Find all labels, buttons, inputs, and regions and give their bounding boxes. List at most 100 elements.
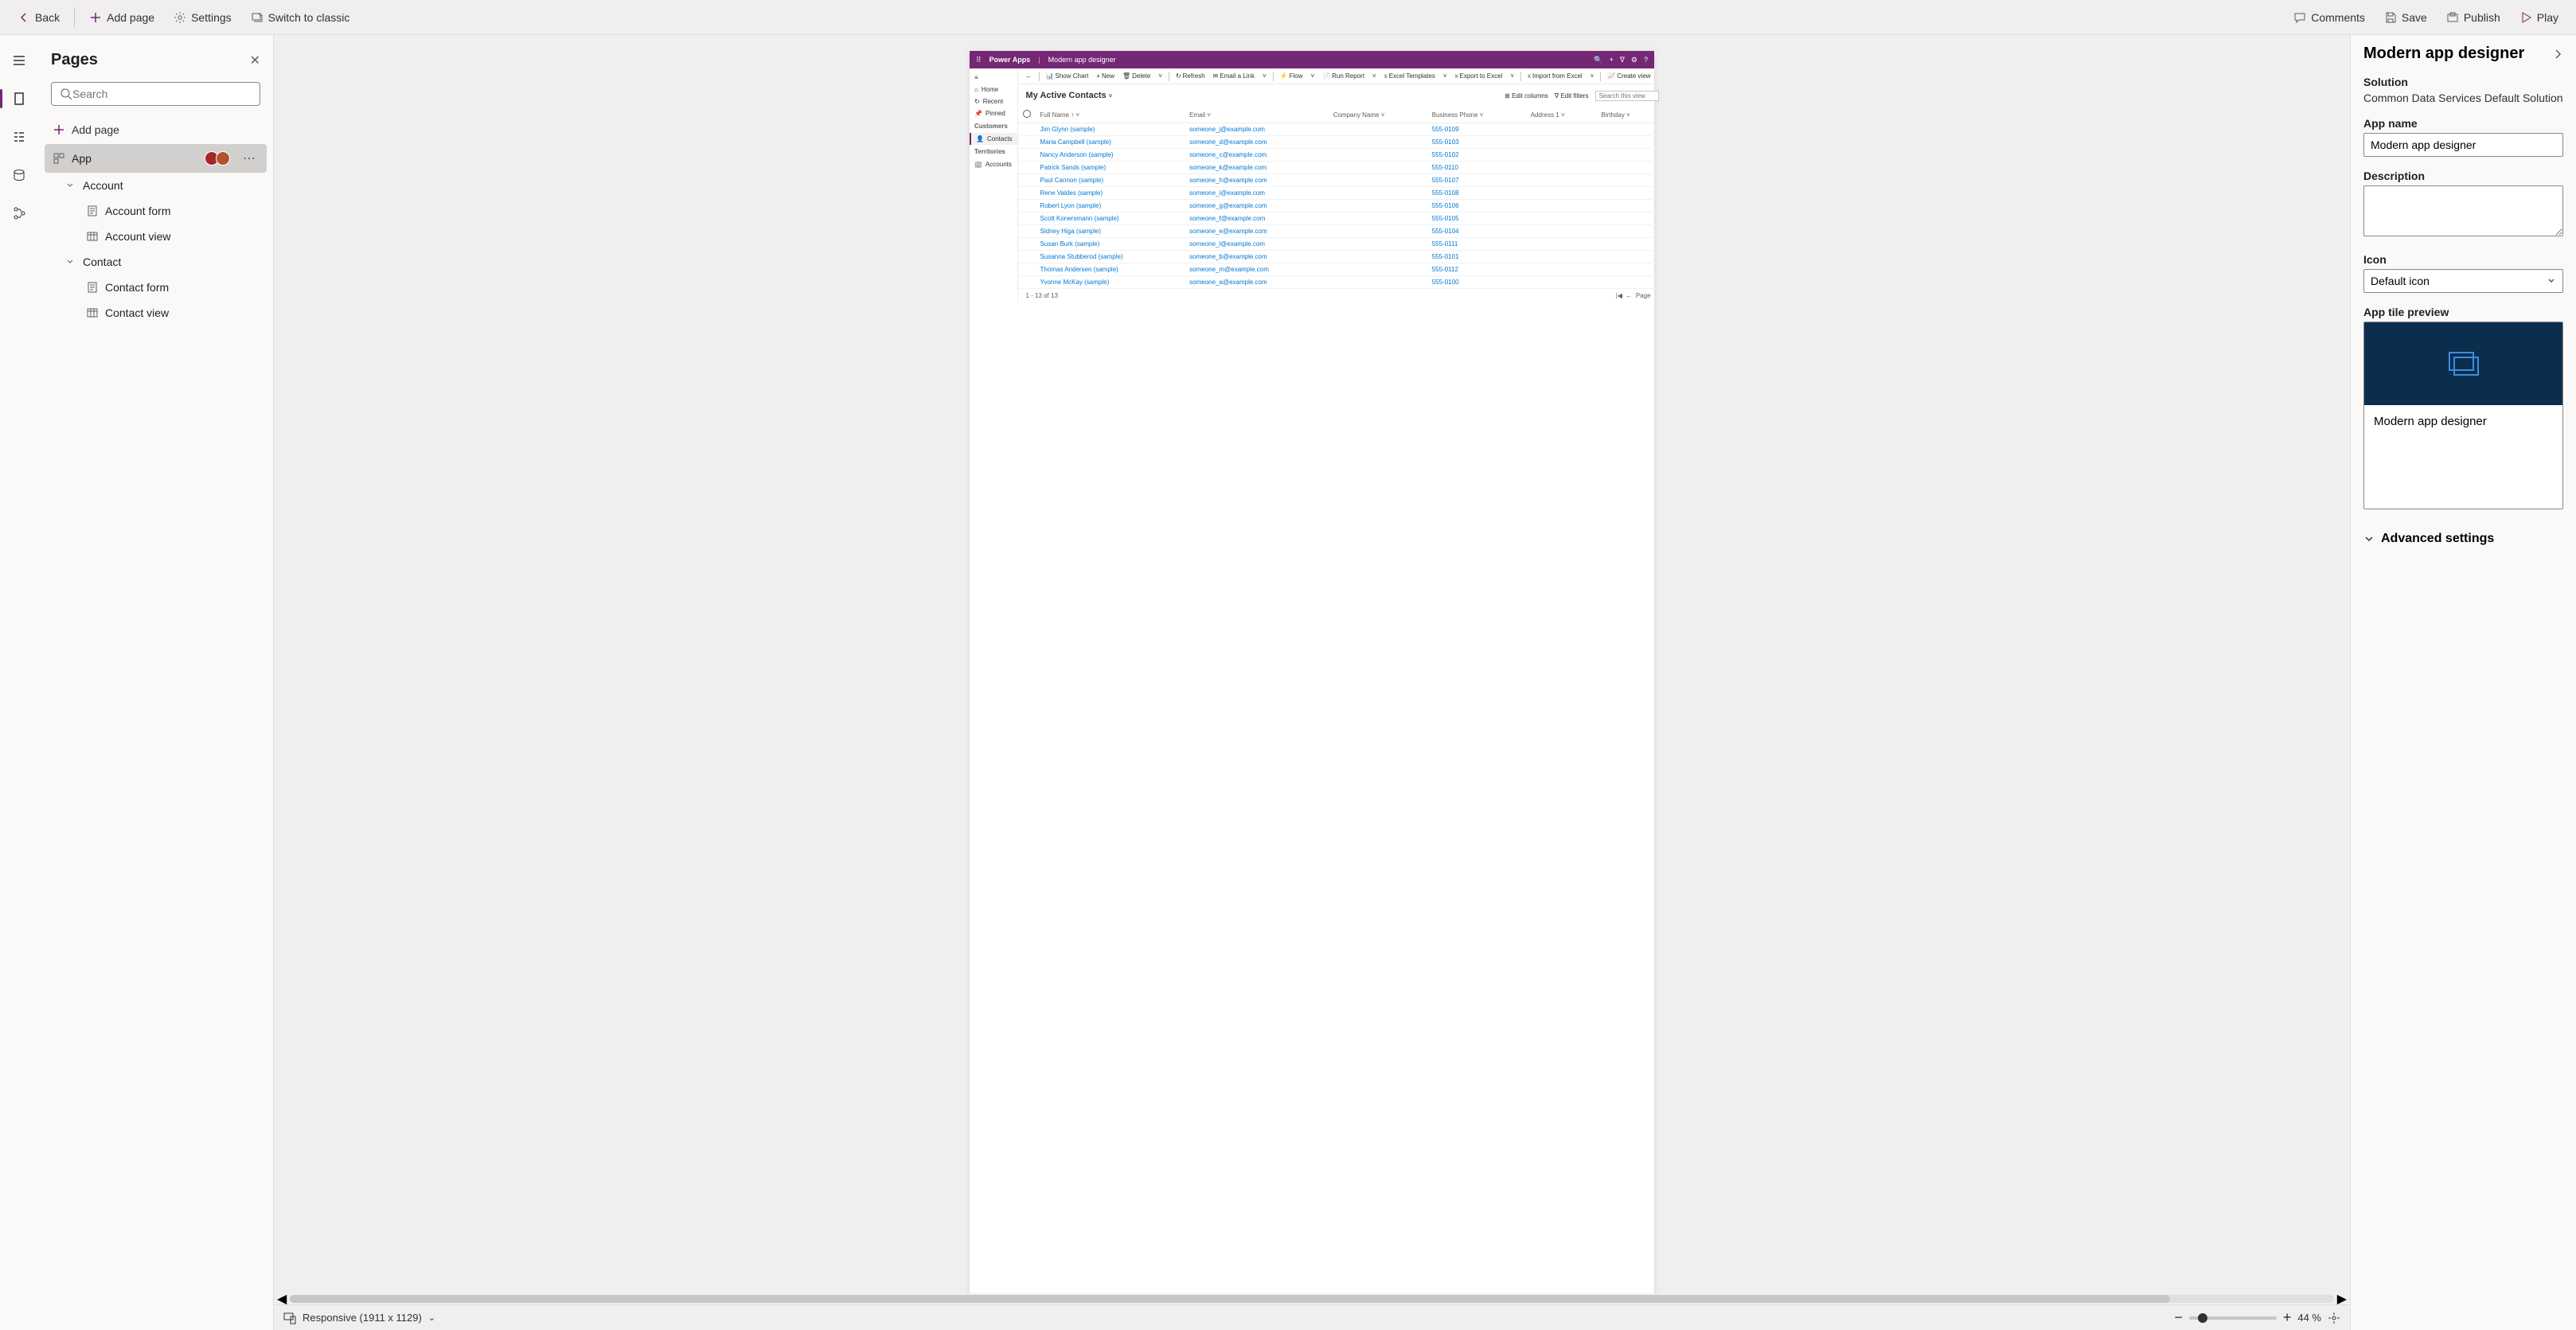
save-icon	[2384, 11, 2397, 24]
help-icon: ?	[1644, 56, 1648, 64]
rail-tree[interactable]	[3, 121, 35, 153]
play-button[interactable]: Play	[2512, 6, 2566, 29]
table-row: Paul Cannon (sample)someone_h@example.co…	[1018, 174, 1659, 187]
nav-recent: ↻Recent	[970, 96, 1017, 107]
description-input[interactable]	[2363, 185, 2563, 236]
rail-hamburger[interactable]	[3, 45, 35, 76]
cmd-create-view: 📈 Create view	[1604, 71, 1653, 81]
tile-name: Modern app designer	[2364, 405, 2562, 509]
form-icon	[86, 205, 99, 217]
preview-header-icons: 🔍 + ∇ ⚙ ?	[1594, 56, 1648, 64]
nav-pinned: 📌Pinned	[970, 107, 1017, 119]
comments-button[interactable]: Comments	[2285, 6, 2373, 29]
canvas-area: ⠿ Power Apps | Modern app designer 🔍 + ∇…	[274, 35, 2350, 1330]
play-label: Play	[2537, 11, 2558, 24]
preview-app-name: Modern app designer	[1048, 56, 1116, 64]
zoom-out-button[interactable]: −	[2174, 1309, 2183, 1326]
search-icon: 🔍	[1594, 56, 1602, 64]
rail-automation[interactable]	[3, 197, 35, 229]
app-preview[interactable]: ⠿ Power Apps | Modern app designer 🔍 + ∇…	[970, 51, 1654, 1293]
save-button[interactable]: Save	[2376, 6, 2435, 29]
add-page-label: Add page	[72, 123, 119, 136]
add-page-link[interactable]: Add page	[45, 115, 267, 144]
advanced-settings-label: Advanced settings	[2381, 532, 2494, 546]
fit-icon[interactable]	[2328, 1312, 2340, 1324]
description-label: Description	[2363, 170, 2563, 182]
view-name: My Active Contacts ˅	[1018, 84, 1121, 107]
zoom-in-button[interactable]: +	[2283, 1309, 2292, 1326]
tree-item-contact-form[interactable]: Contact form	[45, 275, 267, 300]
table-row: Robert Lyon (sample)someone_g@example.co…	[1018, 200, 1659, 213]
grid-footer: 1 - 13 of 13 |◀ ← Page	[1018, 289, 1659, 302]
nav-accounts: 🏢Accounts	[970, 158, 1017, 170]
tile-preview: Modern app designer	[2363, 322, 2563, 509]
table-row: Nancy Anderson (sample)someone_c@example…	[1018, 149, 1659, 162]
table-row: Maria Campbell (sample)someone_d@example…	[1018, 136, 1659, 149]
form-icon	[86, 281, 99, 294]
app-name-input[interactable]	[2363, 133, 2563, 157]
chevron-down-icon[interactable]: ⌄	[428, 1312, 435, 1323]
edit-columns: ⊞ Edit columns	[1505, 92, 1548, 99]
properties-title: Modern app designer	[2363, 45, 2524, 63]
tree-item-app[interactable]: App ⋯	[45, 144, 267, 173]
back-button[interactable]: Back	[10, 6, 68, 29]
settings-button[interactable]: Settings	[166, 6, 240, 29]
table-row: Yvonne McKay (sample)someone_a@example.c…	[1018, 276, 1659, 289]
tree-item-account[interactable]: Account	[45, 173, 267, 198]
back-arrow-icon	[18, 11, 30, 24]
app-name-label: App name	[2363, 117, 2563, 130]
table-row: Scott Konersmann (sample)someone_f@examp…	[1018, 213, 1659, 225]
more-icon[interactable]: ⋯	[240, 150, 259, 166]
zoom-slider[interactable]	[2189, 1316, 2277, 1320]
advanced-settings-toggle[interactable]: Advanced settings	[2363, 525, 2563, 552]
cmd-show-chart: 📊 Show Chart	[1043, 71, 1092, 81]
save-label: Save	[2402, 11, 2427, 24]
filter-icon: ∇	[1620, 56, 1625, 64]
table-row: Sidney Higa (sample)someone_e@example.co…	[1018, 225, 1659, 238]
nav-hamburger: ≡	[970, 72, 1017, 84]
app-tile-icon	[2445, 348, 2483, 380]
responsive-label[interactable]: Responsive (1911 x 1129)	[302, 1312, 422, 1324]
icon-label: Icon	[2363, 253, 2563, 266]
view-icon	[86, 230, 99, 243]
switch-classic-label: Switch to classic	[268, 11, 350, 24]
comments-label: Comments	[2311, 11, 2365, 24]
properties-panel: Modern app designer Solution Common Data…	[2350, 35, 2576, 1330]
cmd-run-report: 📄 Run Report	[1319, 71, 1368, 81]
tree-item-account-view[interactable]: Account view	[45, 224, 267, 249]
pages-search-input[interactable]	[72, 88, 252, 100]
settings-label: Settings	[191, 11, 232, 24]
table-row: Patrick Sands (sample)someone_k@example.…	[1018, 162, 1659, 174]
nav-contacts: 👤Contacts	[970, 133, 1017, 145]
plus-icon: +	[1610, 56, 1614, 64]
tree-item-contact[interactable]: Contact	[45, 249, 267, 275]
presence-avatars	[208, 151, 230, 166]
tile-preview-top	[2364, 322, 2562, 405]
publish-label: Publish	[2464, 11, 2500, 24]
avatar	[216, 151, 230, 166]
icon-select[interactable]: Default icon	[2363, 269, 2563, 293]
tree-item-contact-view[interactable]: Contact view	[45, 300, 267, 326]
switch-icon	[251, 11, 263, 24]
publish-button[interactable]: Publish	[2438, 6, 2508, 29]
icon-rail	[0, 35, 38, 1330]
switch-classic-button[interactable]: Switch to classic	[243, 6, 358, 29]
table-row: Jim Glynn (sample)someone_j@example.com5…	[1018, 123, 1659, 136]
collapse-panel-button[interactable]	[2552, 49, 2563, 60]
rail-pages[interactable]	[3, 83, 35, 115]
close-panel-button[interactable]: ✕	[250, 53, 260, 68]
cmd-import-excel: x Import from Excel	[1524, 71, 1586, 81]
tree-label: Account form	[105, 205, 170, 217]
icon-value: Default icon	[2371, 275, 2430, 287]
tree-label: Contact view	[105, 306, 169, 319]
pages-search[interactable]	[51, 82, 260, 106]
tree-item-account-form[interactable]: Account form	[45, 198, 267, 224]
rail-data[interactable]	[3, 159, 35, 191]
canvas-hscroll[interactable]: ◀ ▶	[274, 1293, 2350, 1305]
cmd-excel-templates: x Excel Templates	[1381, 71, 1438, 81]
add-page-button[interactable]: Add page	[81, 6, 162, 29]
preview-nav: ≡ ⌂Home ↻Recent 📌Pinned Customers 👤Conta…	[970, 68, 1018, 302]
responsive-icon	[283, 1312, 296, 1324]
table-row: Susan Burk (sample)someone_l@example.com…	[1018, 238, 1659, 251]
pages-panel-title: Pages	[51, 51, 98, 69]
